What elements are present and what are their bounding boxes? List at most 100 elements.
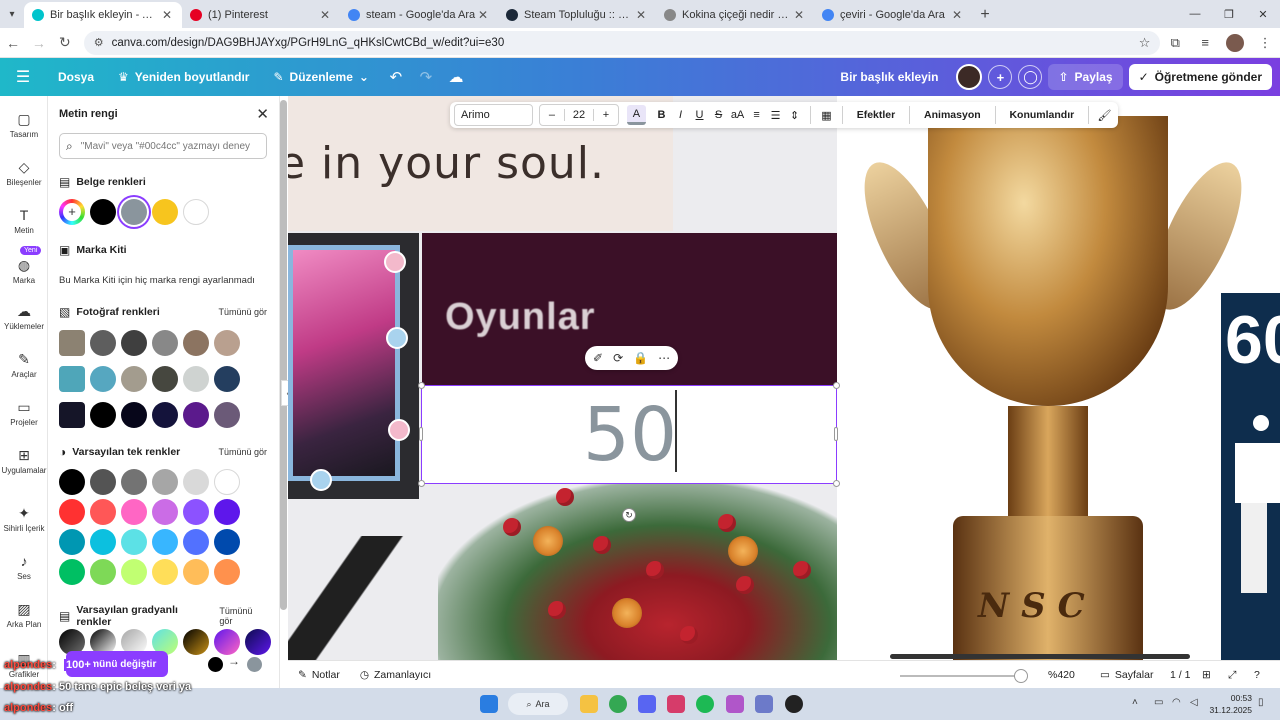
- photo-color-swatch[interactable]: [214, 366, 240, 392]
- font-size-value[interactable]: 22: [563, 109, 594, 121]
- browser-tab-kokina[interactable]: Kokina çiçeği nedir - TrKayseri ✕: [656, 2, 814, 28]
- solid-color-swatch[interactable]: [214, 529, 240, 555]
- rail-item-projects[interactable]: ▭ Projeler: [0, 398, 48, 427]
- resize-handle[interactable]: [419, 427, 423, 441]
- solid-color-swatch[interactable]: [214, 499, 240, 525]
- forward-icon[interactable]: →: [26, 35, 52, 51]
- doc-color-swatch[interactable]: [90, 199, 116, 225]
- photo-color-swatch[interactable]: [121, 366, 147, 392]
- extensions-icon[interactable]: ⧉: [1160, 35, 1190, 51]
- zoom-slider[interactable]: [900, 675, 1024, 677]
- browser-tab-canva[interactable]: Bir başlık ekleyin - A4 (Yatay) ✕: [24, 2, 182, 28]
- close-tab-icon[interactable]: ✕: [792, 8, 806, 22]
- solid-color-swatch[interactable]: [183, 529, 209, 555]
- photo-color-swatch[interactable]: [90, 366, 116, 392]
- solid-color-swatch[interactable]: [59, 499, 85, 525]
- solid-color-swatch[interactable]: [214, 559, 240, 585]
- design-canvas[interactable]: e in your soul. Oyunlar NSC 60 50: [288, 96, 1280, 660]
- rail-item-brand[interactable]: ◍ Marka: [0, 256, 48, 285]
- solid-color-swatch[interactable]: [90, 529, 116, 555]
- solid-color-swatch[interactable]: [90, 499, 116, 525]
- list-icon[interactable]: ☰: [766, 109, 785, 122]
- zoom-value[interactable]: %420: [1048, 661, 1075, 689]
- photo-color-swatch[interactable]: [152, 402, 178, 428]
- close-tab-icon[interactable]: ✕: [950, 8, 964, 22]
- adobe-app-icon[interactable]: [726, 695, 744, 713]
- bold-icon[interactable]: B: [652, 109, 671, 121]
- solid-color-swatch[interactable]: [59, 559, 85, 585]
- undo-icon[interactable]: ↶: [381, 68, 411, 86]
- solid-color-swatch[interactable]: [183, 559, 209, 585]
- see-all-link[interactable]: Tümünü gör: [218, 307, 267, 317]
- italic-icon[interactable]: I: [671, 109, 690, 121]
- reload-icon[interactable]: ↻: [52, 34, 78, 51]
- pages-button[interactable]: ▭ Sayfalar: [1100, 661, 1153, 689]
- solid-color-swatch[interactable]: [121, 499, 147, 525]
- minimize-icon[interactable]: —: [1178, 0, 1212, 28]
- increase-size-button[interactable]: +: [594, 109, 618, 121]
- see-all-link[interactable]: Tümünü gör: [219, 606, 267, 626]
- notes-button[interactable]: ✎ Notlar: [288, 669, 350, 681]
- file-menu[interactable]: Dosya: [46, 70, 106, 84]
- solid-color-swatch[interactable]: [183, 469, 209, 495]
- rail-item-design[interactable]: ▢ Tasarım: [0, 110, 48, 139]
- gradient-swatch[interactable]: [183, 629, 209, 655]
- rail-item-elements[interactable]: ◇ Bileşenler: [0, 158, 48, 187]
- transparency-icon[interactable]: ▦: [817, 109, 836, 122]
- spacing-icon[interactable]: ⇕: [785, 109, 804, 122]
- resize-handle[interactable]: [418, 382, 425, 389]
- url-field[interactable]: ⚙ canva.com/design/DAG9BHJAYxg/PGrH9LnG_…: [83, 30, 1161, 55]
- browser-tab-google-ceviri[interactable]: çeviri - Google'da Ara ✕: [814, 2, 972, 28]
- redo-icon[interactable]: ↷: [411, 68, 441, 86]
- color-search-input[interactable]: ⌕ "Mavi" veya "#00c4cc" yazmayı deney: [59, 133, 267, 159]
- close-tab-icon[interactable]: ✕: [160, 8, 174, 22]
- effects-button[interactable]: Efektler: [849, 109, 904, 121]
- gradient-swatch[interactable]: [245, 629, 271, 655]
- strikethrough-icon[interactable]: S: [709, 109, 728, 121]
- solid-color-swatch[interactable]: [121, 469, 147, 495]
- lock-icon[interactable]: 🔒: [633, 351, 648, 365]
- solid-color-swatch[interactable]: [183, 499, 209, 525]
- close-tab-icon[interactable]: ✕: [476, 8, 490, 22]
- bookmark-star-icon[interactable]: ☆: [1139, 35, 1151, 51]
- solid-color-swatch[interactable]: [59, 529, 85, 555]
- underline-icon[interactable]: U: [690, 109, 709, 121]
- quote-text[interactable]: e in your soul.: [288, 138, 605, 189]
- browser-menu-icon[interactable]: ⋮: [1250, 35, 1280, 51]
- doc-color-swatch[interactable]: [183, 199, 209, 225]
- rail-item-apps[interactable]: ⊞ Uygulamalar: [0, 446, 48, 475]
- resize-handle[interactable]: [833, 480, 840, 487]
- solid-color-swatch[interactable]: [152, 499, 178, 525]
- app-icon[interactable]: [755, 695, 773, 713]
- notifications-icon[interactable]: ▯: [1258, 697, 1264, 708]
- cloud-save-icon[interactable]: ☁: [441, 68, 471, 86]
- photo-thumbnail[interactable]: [59, 402, 85, 428]
- gradient-swatch[interactable]: [214, 629, 240, 655]
- anime-image[interactable]: [288, 233, 419, 499]
- photo-color-swatch[interactable]: [152, 330, 178, 356]
- magic-write-icon[interactable]: ✐: [593, 351, 603, 365]
- volume-icon[interactable]: ◁: [1190, 697, 1198, 708]
- doc-color-swatch[interactable]: [121, 199, 147, 225]
- reading-list-icon[interactable]: ≡: [1190, 35, 1220, 50]
- system-clock[interactable]: 00:53 31.12.2025: [1209, 692, 1252, 716]
- new-tab-button[interactable]: +: [972, 2, 998, 28]
- animate-button[interactable]: Animasyon: [916, 109, 989, 121]
- design-title[interactable]: Bir başlık ekleyin: [828, 70, 950, 84]
- network-icon[interactable]: ▭: [1154, 697, 1163, 708]
- discord-icon[interactable]: [638, 695, 656, 713]
- solid-color-swatch[interactable]: [90, 559, 116, 585]
- share-button[interactable]: ⇧ Paylaş: [1048, 64, 1123, 90]
- photo-color-swatch[interactable]: [152, 366, 178, 392]
- back-icon[interactable]: ←: [0, 35, 26, 51]
- user-avatar[interactable]: [956, 64, 983, 90]
- selected-text-box[interactable]: 50: [421, 385, 837, 484]
- photo-color-swatch[interactable]: [214, 330, 240, 356]
- rail-item-background[interactable]: ▨ Arka Plan: [0, 600, 48, 629]
- canvas-horizontal-scrollbar[interactable]: [890, 654, 1190, 659]
- solid-color-swatch[interactable]: [90, 469, 116, 495]
- rail-item-uploads[interactable]: ☁ Yüklemeler: [0, 302, 48, 331]
- solid-color-swatch[interactable]: [59, 469, 85, 495]
- spotify-icon[interactable]: [696, 695, 714, 713]
- grid-view-icon[interactable]: ⊞: [1202, 661, 1211, 689]
